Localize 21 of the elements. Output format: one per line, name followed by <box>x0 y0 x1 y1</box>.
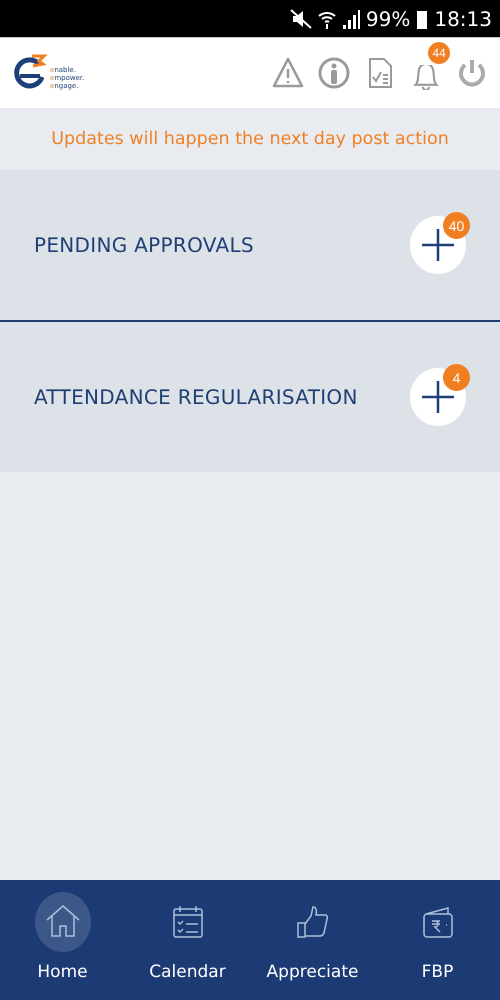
nav-tab[interactable]: FBP <box>375 880 500 1000</box>
section-title: PENDING APPROVALS <box>34 233 254 257</box>
section-card[interactable]: PENDING APPROVALS 40 <box>0 170 500 320</box>
clock: 18:13 <box>434 6 492 30</box>
warning-icon[interactable] <box>272 56 304 90</box>
signal-icon <box>342 8 360 28</box>
notification-count: 44 <box>428 42 450 64</box>
plus-icon <box>421 380 455 414</box>
person-info-icon[interactable] <box>318 56 350 90</box>
nav-tab[interactable]: Home <box>0 880 125 1000</box>
nav-tab[interactable]: Appreciate <box>250 880 375 1000</box>
notice-text: Updates will happen the next day post action <box>51 129 449 149</box>
count-badge: 4 <box>443 364 470 391</box>
battery-icon <box>416 8 428 28</box>
nav-tab[interactable]: Calendar <box>125 880 250 1000</box>
section-title: ATTENDANCE REGULARISATION <box>34 385 358 409</box>
section-card[interactable]: ATTENDANCE REGULARISATION 4 <box>0 322 500 472</box>
battery-percent: 99% <box>366 6 410 30</box>
count-badge: 40 <box>443 212 470 239</box>
bell-icon[interactable] <box>413 65 439 90</box>
mute-icon <box>290 8 312 28</box>
